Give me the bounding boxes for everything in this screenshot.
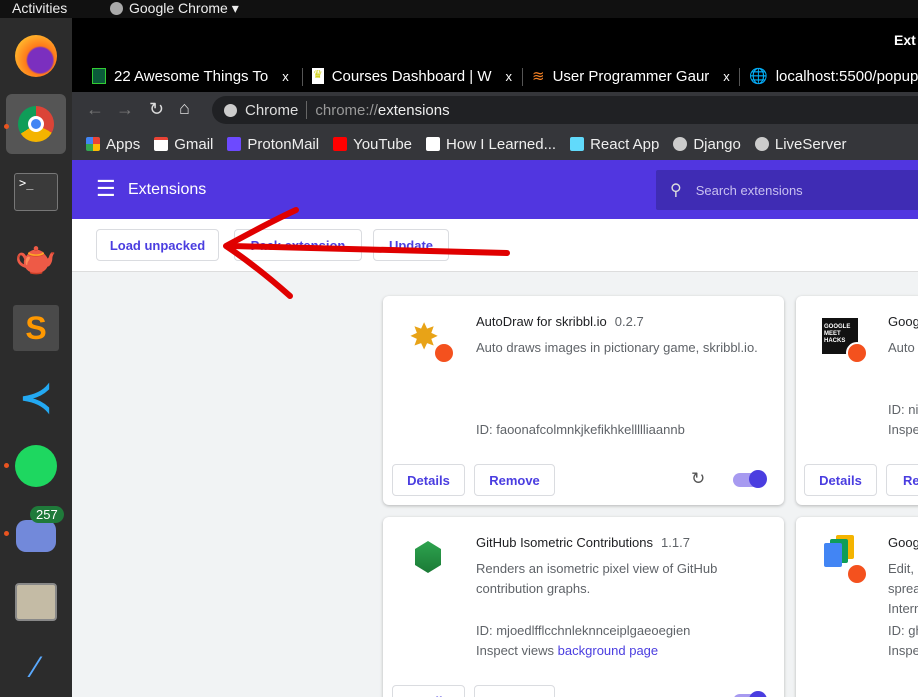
red-arrow-annotation <box>223 207 510 299</box>
